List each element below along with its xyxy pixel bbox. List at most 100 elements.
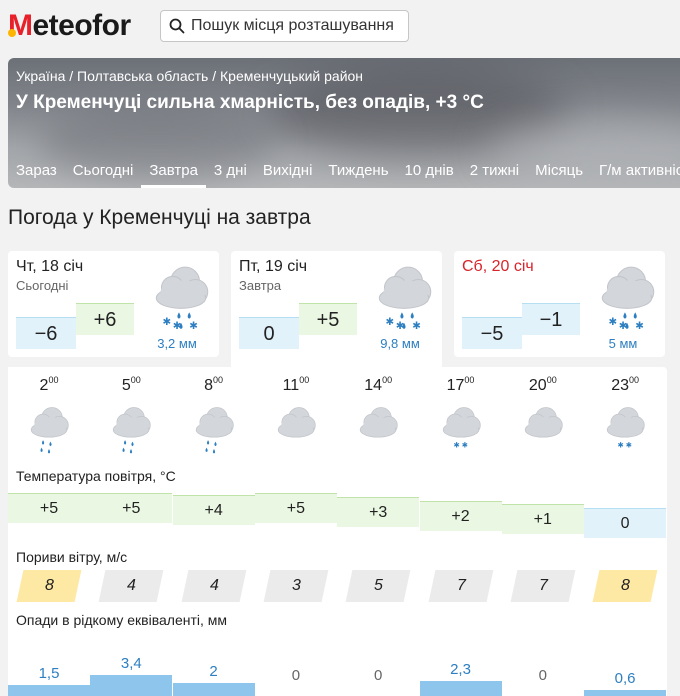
day-card[interactable]: Сб, 20 січ −5 −1 ✱ ✱ ✱ 5 мм: [454, 251, 665, 357]
hour-wind-gust: 5: [345, 570, 411, 602]
hour-wind-gust: 8: [592, 570, 658, 602]
tab-9[interactable]: Місяць: [527, 158, 591, 188]
tab-5[interactable]: Вихідні: [255, 158, 321, 188]
precipitation-bar: [90, 675, 173, 696]
hour-weather-icon: ✱ ✱: [600, 403, 650, 455]
day-name: Чт, 18 січ: [16, 258, 84, 275]
breadcrumb: Україна / Полтавська область / Кременчуц…: [16, 68, 363, 84]
hour-value: 11: [282, 377, 300, 394]
logo-letter: M: [8, 9, 33, 42]
hour-wind-gust: 3: [263, 570, 329, 602]
day-weather-icon: ✱ ✱ ✱: [373, 261, 435, 333]
temperature-label: Температура повітря, °C: [16, 468, 176, 484]
hour-precipitation: 0,6: [614, 670, 636, 687]
cloud-icon: [359, 407, 398, 438]
cloud-icon: [277, 407, 316, 438]
hour-label: 1700: [420, 375, 502, 395]
precipitation-bar: [172, 683, 255, 696]
day-precipitation: 3,2 мм: [157, 336, 197, 351]
svg-text:✱: ✱: [626, 441, 632, 450]
hour-label: 1400: [337, 375, 419, 395]
min-temperature: 0: [239, 317, 299, 349]
hour-label: 800: [173, 375, 255, 395]
search-input[interactable]: [191, 17, 401, 35]
hour-value: 8: [204, 377, 214, 394]
max-temperature: +6: [76, 303, 134, 335]
hour-wind-gust: 7: [428, 570, 493, 602]
hour-weather-icon: [518, 403, 568, 455]
site-logo[interactable]: Meteofor: [8, 8, 131, 44]
day-name: Пт, 19 січ: [239, 258, 308, 275]
max-temperature: −1: [522, 303, 580, 335]
svg-text:✱: ✱: [608, 316, 617, 328]
precipitation-label: Опади в рідкому еквіваленті, мм: [16, 612, 228, 628]
tab-1[interactable]: Зараз: [8, 158, 65, 188]
cloud-icon: [524, 407, 563, 438]
svg-text:✱: ✱: [189, 320, 198, 332]
day-weather-icon: ✱ ✱ ✱: [150, 261, 212, 333]
hour-temperature: +1: [501, 504, 584, 534]
hour-value: 5: [121, 377, 131, 394]
hour-wind-gust: 4: [98, 570, 164, 602]
day-weather-icon: ✱ ✱ ✱: [596, 261, 658, 333]
hour-precipitation: 0: [291, 667, 301, 684]
top-bar: Meteofor: [0, 0, 680, 56]
wind-gust-value: 3: [291, 577, 301, 594]
tab-3[interactable]: Завтра: [141, 158, 206, 188]
hour-value: 14: [364, 377, 383, 394]
hour-label: 200: [8, 375, 90, 395]
cloud-rain-icon: [195, 407, 234, 454]
precipitation-bar: [584, 690, 667, 696]
minute-value: 00: [130, 375, 141, 385]
tab-7[interactable]: 10 днів: [397, 158, 462, 188]
wind-gust-value: 4: [126, 577, 136, 594]
hour-label: 2000: [502, 375, 584, 395]
wind-gust-value: 8: [44, 577, 54, 594]
minute-value: 00: [213, 375, 224, 385]
day-card[interactable]: Пт, 19 січ Завтра 0 +5 ✱ ✱ ✱ 9,8 мм: [231, 251, 442, 367]
svg-text:✱: ✱: [635, 320, 644, 332]
day-subtitle: Завтра: [239, 278, 282, 293]
min-temperature: −5: [462, 317, 522, 349]
logo-dot: [8, 29, 16, 37]
hour-weather-icon: [24, 403, 74, 455]
breadcrumb-country[interactable]: Україна: [16, 68, 65, 84]
day-name: Сб, 20 січ: [462, 258, 534, 275]
tab-8[interactable]: 2 тижні: [462, 158, 527, 188]
hour-precipitation: 2,3: [450, 661, 471, 678]
wind-gust-value: 4: [209, 577, 219, 594]
hour-label: 2300: [584, 375, 666, 395]
svg-text:✱: ✱: [618, 441, 624, 450]
hour-precipitation: 2: [209, 663, 218, 680]
minute-value: 00: [48, 375, 59, 385]
cloud-rain-icon: [113, 407, 151, 454]
hour-precipitation: 3,4: [120, 655, 142, 672]
hour-precipitation: 1,5: [38, 665, 60, 682]
breadcrumb-district[interactable]: Кременчуцький район: [220, 68, 363, 84]
tab-10[interactable]: Г/м активність: [591, 158, 680, 188]
breadcrumb-region[interactable]: Полтавська область: [77, 68, 208, 84]
svg-text:✱: ✱: [412, 320, 421, 332]
search-box[interactable]: [160, 10, 409, 42]
breadcrumb-separator: /: [212, 68, 220, 84]
precipitation-bar: [8, 685, 90, 696]
hour-label: 500: [90, 375, 172, 395]
breadcrumb-separator: /: [69, 68, 78, 84]
day-precipitation: 5 мм: [608, 336, 638, 351]
day-card[interactable]: Чт, 18 січ Сьогодні −6 +6 ✱ ✱ ✱ 3,2 мм: [8, 251, 219, 357]
tab-2[interactable]: Сьогодні: [65, 158, 142, 188]
hour-wind-gust: 4: [181, 570, 246, 602]
hour-wind-gust: 7: [510, 570, 576, 602]
minute-value: 00: [546, 375, 557, 385]
day-precipitation: 9,8 мм: [380, 336, 420, 351]
tab-6[interactable]: Тиждень: [320, 158, 396, 188]
hour-temperature: +4: [172, 495, 255, 525]
hour-weather-icon: ✱ ✱: [436, 403, 486, 455]
tab-4[interactable]: 3 дні: [206, 158, 255, 188]
cloud-rain-icon: [30, 407, 69, 454]
hour-temperature: +5: [90, 493, 173, 523]
svg-text:✱: ✱: [385, 316, 394, 328]
hour-value: 17: [446, 377, 465, 394]
min-temperature: −6: [16, 317, 76, 349]
wind-gust-value: 5: [373, 577, 383, 594]
